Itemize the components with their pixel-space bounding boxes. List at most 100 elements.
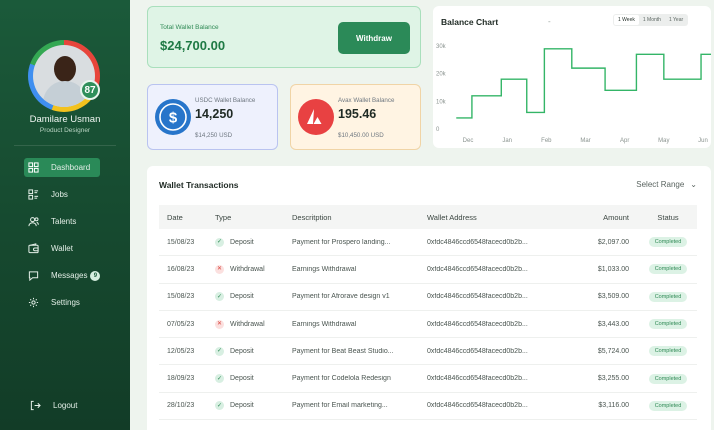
table-row[interactable]: 15/08/23 ✓ Deposit Payment for Prospero lan… — [159, 229, 697, 257]
logout-label: Logout — [53, 401, 78, 410]
cell-wallet-address: 0xfdc4846ccd6548facecd0b2b... — [427, 293, 528, 301]
level-badge: 87 — [80, 80, 100, 100]
usdc-wallet-amount: 14,250 — [195, 107, 234, 121]
col-header-status: Status — [657, 212, 679, 222]
cell-wallet-address: 0xfdc4846ccd6548facecd0b2b... — [427, 375, 528, 383]
sidebar-item-label: Jobs — [51, 190, 68, 199]
table-header: Date Type Descritption Wallet Address Am… — [159, 205, 697, 229]
balance-chart-card: Balance Chart - 1 Week 1 Month 1 Year 30… — [433, 6, 711, 148]
cell-amount: $3,443.00 — [597, 320, 629, 328]
cell-type-label: Deposit — [230, 238, 254, 246]
cell-description: Payment for Prospero landing... — [292, 238, 391, 246]
cell-type: ✓ Deposit — [215, 374, 292, 384]
table-row[interactable]: 28/10/23 ✓ Deposit Payment for Email market… — [159, 393, 697, 421]
withdrawal-icon: ✕ — [215, 264, 224, 274]
messages-count-badge: 9 — [90, 270, 101, 281]
cell-status: Completed — [639, 346, 697, 357]
balance-chart-title: Balance Chart — [441, 17, 499, 27]
deposit-icon: ✓ — [215, 374, 224, 384]
avax-icon — [298, 99, 334, 135]
range-tabs: 1 Week 1 Month 1 Year — [613, 14, 689, 26]
transactions-title: Wallet Transactions — [159, 180, 239, 190]
y-tick-label: 10k — [436, 99, 447, 105]
col-header-wallet-address: Wallet Address — [427, 212, 477, 222]
cell-status: Completed — [639, 237, 697, 248]
cell-description: Payment for Codelola Redesign — [292, 375, 391, 383]
table-row[interactable]: 15/08/23 ✓ Deposit Payment for Afrorave des… — [159, 284, 697, 311]
sidebar-item-dashboard[interactable]: Dashboard — [24, 158, 100, 177]
cell-description: Earnings Withdrawal — [292, 320, 357, 328]
sidebar-item-label: Wallet — [51, 244, 73, 253]
status-badge: Completed — [648, 346, 688, 357]
cell-amount: $3,255.00 — [597, 375, 629, 383]
usdc-wallet-card[interactable]: $ USDC Wallet Balance 14,250 $14,250 USD — [147, 84, 278, 150]
cell-date: 07/05/23 — [167, 320, 195, 328]
cell-date: 28/10/23 — [167, 402, 195, 410]
cell-wallet-address: 0xfdc4846ccd6548facecd0b2b... — [427, 347, 528, 355]
deposit-icon: ✓ — [215, 292, 224, 302]
cell-amount: $3,509.00 — [597, 293, 629, 301]
settings-icon — [28, 297, 39, 308]
tab-1-week[interactable]: 1 Week — [614, 15, 639, 25]
table-row[interactable]: 16/08/23 ✕ Withdrawal Earnings Withdrawal 0x… — [159, 256, 697, 284]
x-tick-label: Jun — [698, 138, 708, 144]
total-balance-label: Total Wallet Balance — [160, 24, 219, 31]
col-header-date: Date — [167, 212, 183, 222]
table-row[interactable]: 12/05/23 ✓ Deposit Payment for Beat Beast S… — [159, 338, 697, 366]
cell-status: Completed — [639, 400, 697, 411]
sidebar-item-settings[interactable]: Settings — [24, 293, 80, 312]
avax-wallet-usd: $10,450.00 USD — [338, 132, 384, 139]
cell-type-label: Deposit — [230, 347, 254, 355]
table-row[interactable]: 07/05/23 ✕ Withdrawal Earnings Withdrawal 0x… — [159, 311, 697, 339]
logout-icon — [30, 400, 41, 411]
cell-description: Payment for Email marketing... — [292, 402, 388, 410]
usdc-wallet-label: USDC Wallet Balance — [195, 97, 256, 104]
cell-type-label: Deposit — [230, 375, 254, 383]
cell-description: Earnings Withdrawal — [292, 265, 357, 273]
transactions-card: Wallet Transactions Select Range ⌄ Date … — [147, 166, 711, 430]
talents-icon — [28, 217, 39, 227]
cell-type: ✓ Deposit — [215, 346, 292, 356]
table-body: 15/08/23 ✓ Deposit Payment for Prospero lan… — [159, 229, 697, 421]
col-header-type: Type — [215, 212, 232, 222]
avax-wallet-amount: 195.46 — [338, 107, 377, 121]
cell-date: 15/08/23 — [167, 238, 195, 246]
avax-wallet-label: Avax Wallet Balance — [338, 97, 395, 104]
col-header-description: Descritption — [292, 212, 332, 222]
table-row[interactable]: 18/09/23 ✓ Deposit Payment for Codelola Red… — [159, 365, 697, 393]
sidebar-item-messages[interactable]: Messages 9 — [24, 266, 101, 285]
cell-type: ✕ Withdrawal — [215, 319, 292, 329]
avax-wallet-card[interactable]: Avax Wallet Balance 195.46 $10,450.00 US… — [290, 84, 421, 150]
col-header-amount: Amount — [603, 212, 629, 222]
usdc-icon: $ — [155, 99, 191, 135]
wallet-icon — [28, 243, 39, 254]
cell-amount: $2,097.00 — [597, 238, 629, 246]
svg-text:$: $ — [169, 110, 178, 127]
cell-date: 18/09/23 — [167, 375, 195, 383]
cell-type-label: Deposit — [230, 293, 254, 301]
y-tick-label: 0 — [436, 127, 440, 133]
sidebar-item-label: Talents — [51, 217, 77, 226]
withdraw-button[interactable]: Withdraw — [338, 22, 410, 54]
sidebar-item-jobs[interactable]: Jobs — [24, 185, 68, 204]
status-badge: Completed — [648, 319, 688, 330]
status-badge: Completed — [648, 291, 688, 302]
tab-1-year[interactable]: 1 Year — [665, 15, 687, 25]
cell-amount: $3,116.00 — [598, 402, 629, 410]
sidebar-item-label: Settings — [51, 298, 80, 307]
status-badge: Completed — [648, 264, 688, 275]
sidebar-item-wallet[interactable]: Wallet — [24, 239, 73, 258]
status-badge: Completed — [648, 237, 688, 248]
cell-status: Completed — [639, 373, 697, 384]
x-tick-label: May — [658, 138, 669, 144]
cell-wallet-address: 0xfdc4846ccd6548facecd0b2b... — [427, 320, 528, 328]
transactions-table: Date Type Descritption Wallet Address Am… — [159, 205, 697, 421]
tab-1-month[interactable]: 1 Month — [639, 15, 665, 25]
select-range-dropdown[interactable]: Select Range ⌄ — [636, 180, 697, 189]
sidebar-item-label: Messages — [51, 271, 88, 280]
logout-button[interactable]: Logout — [30, 400, 77, 411]
cell-amount: $1,033.00 — [597, 265, 629, 273]
cell-status: Completed — [639, 319, 697, 330]
cell-type: ✓ Deposit — [215, 292, 292, 302]
sidebar-item-talents[interactable]: Talents — [24, 212, 76, 231]
